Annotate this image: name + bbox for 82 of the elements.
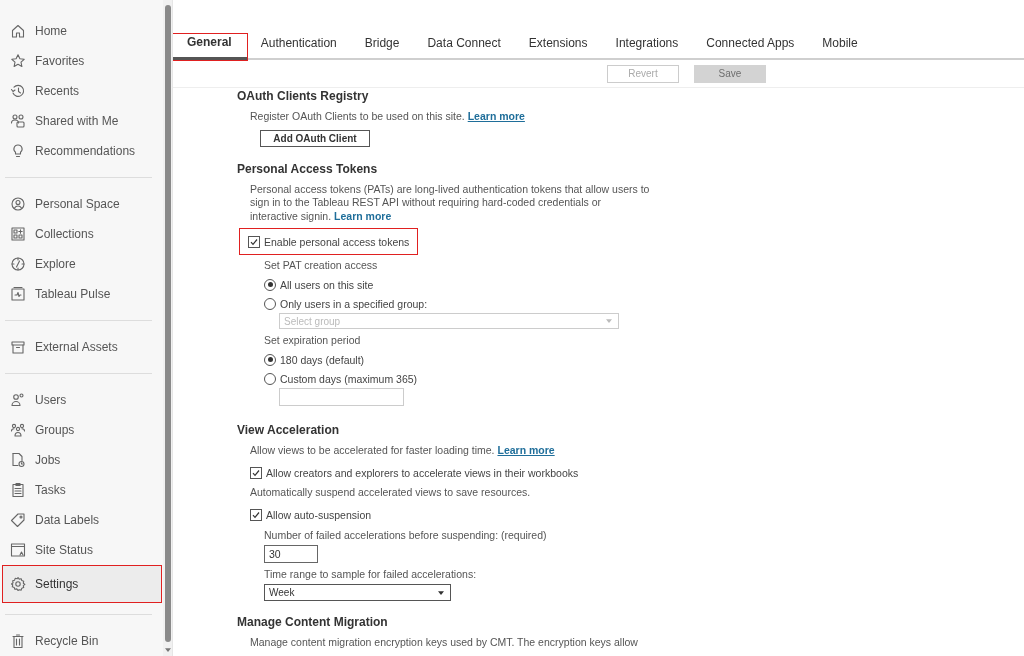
radio-button[interactable] — [264, 353, 276, 366]
trash-icon — [10, 633, 26, 649]
sidebar-item[interactable]: Personal Space — [2, 189, 162, 219]
checkbox-label: Allow creators and explorers to accelerate views in their workbooks — [266, 467, 579, 479]
sidebar-item[interactable]: Recommendations — [2, 136, 162, 166]
tab[interactable]: Bridge — [350, 34, 414, 60]
learn-more-link[interactable]: Learn more — [334, 209, 392, 222]
field-label: Time range to sample for failed accelerations: — [264, 567, 478, 582]
monitor-icon — [10, 286, 26, 302]
sidebar-item[interactable]: Jobs — [2, 445, 162, 475]
sidebar-item[interactable]: Data Labels — [2, 505, 162, 535]
sidebar-item[interactable]: Settings — [2, 565, 162, 603]
sidebar-item[interactable]: Tableau Pulse — [2, 279, 162, 309]
radio-label: Only users in a specified group: — [280, 297, 428, 310]
group-icon — [10, 422, 26, 438]
clock-icon — [10, 83, 26, 99]
tab[interactable]: General — [173, 34, 247, 60]
sidebar-item[interactable]: Groups — [2, 415, 162, 445]
tag-icon — [10, 512, 26, 528]
field-label: Number of failed accelerations before suspending: (required) — [264, 528, 548, 543]
sidebar-item[interactable]: Favorites — [2, 46, 162, 76]
sidebar-item[interactable]: Tasks — [2, 475, 162, 505]
paragraph: Manage content migration encryption keys used by CMT. The encryption keys allow — [250, 636, 639, 650]
sidebar-item[interactable]: Home — [2, 16, 162, 46]
star-icon — [10, 53, 26, 69]
field-label: Set PAT creation access — [264, 258, 379, 273]
paragraph: Register OAuth Clients to be used on this site. Learn more — [250, 110, 526, 124]
scrollbar[interactable] — [163, 0, 172, 656]
radio-label: All users on this site — [280, 278, 374, 291]
user-icon — [10, 196, 26, 212]
caret-icon — [438, 590, 444, 595]
tab[interactable]: Data Connect — [413, 34, 515, 60]
tab[interactable]: Authentication — [246, 34, 351, 60]
checkbox[interactable] — [250, 467, 262, 479]
tab[interactable]: Mobile — [808, 34, 872, 60]
sidebar-item[interactable]: Recents — [2, 76, 162, 106]
tab[interactable]: Extensions — [514, 34, 602, 60]
checkbox-label: Allow auto-suspension — [266, 508, 372, 521]
box-icon — [10, 339, 26, 355]
sidebar-item[interactable]: Collections — [2, 219, 162, 249]
paragraph: Allow views to be accelerated for faster loading time. Learn more — [250, 444, 556, 458]
add-client-button[interactable]: Add OAuth Client — [260, 129, 370, 147]
grid-icon — [10, 226, 26, 242]
sidebar-item[interactable]: Recycle Bin — [2, 626, 162, 656]
document-icon — [10, 452, 26, 468]
radio-button[interactable] — [264, 372, 276, 385]
users-icon — [10, 392, 26, 408]
input-field[interactable]: 30 — [264, 545, 318, 563]
caret-icon — [606, 319, 612, 323]
sidebar-item[interactable]: Site Status — [2, 535, 162, 565]
radio-button[interactable] — [264, 297, 276, 310]
section-title: OAuth Clients Registry — [237, 88, 370, 105]
radio-label: 180 days (default) — [280, 353, 365, 366]
clipboard-icon — [10, 482, 26, 498]
settings-icon — [10, 576, 26, 592]
caret-icon[interactable] — [164, 648, 171, 652]
section-title: Personal Access Tokens — [237, 160, 379, 178]
sidebar-item[interactable]: Explore — [2, 249, 162, 279]
paragraph: Automatically suspend accelerated views to save resources. — [250, 485, 532, 499]
learn-more-link[interactable]: Learn more — [497, 444, 555, 456]
tab[interactable]: Connected Apps — [692, 34, 809, 60]
home-icon — [10, 23, 26, 39]
section-title: View Acceleration — [237, 422, 341, 439]
paragraph: Personal access tokens (PATs) are long-lived authentication tokens that allow users to sign in to the Tableau REST API without requiring hard-coded credentials or interactive signin. Learn more — [250, 182, 650, 223]
section-title: Manage Content Migration — [237, 614, 389, 631]
checkbox[interactable] — [250, 508, 262, 521]
radio-button[interactable] — [264, 278, 276, 291]
tab[interactable]: Integrations — [601, 34, 693, 60]
window-icon — [10, 542, 26, 558]
input-field[interactable] — [279, 388, 404, 406]
sidebar-item[interactable]: Shared with Me — [2, 106, 162, 136]
dropdown[interactable]: Week — [264, 584, 451, 601]
sidebar-item[interactable]: External Assets — [2, 332, 162, 362]
sidebar-item[interactable]: Users — [2, 385, 162, 415]
lightbulb-icon — [10, 143, 26, 159]
field-label: Set expiration period — [264, 333, 362, 348]
radio-label: Custom days (maximum 365) — [280, 372, 418, 385]
people-icon — [10, 113, 26, 129]
compass-icon — [10, 256, 26, 272]
learn-more-link[interactable]: Learn more — [467, 110, 525, 122]
checkbox-label: Enable personal access tokens — [264, 235, 410, 248]
checkbox[interactable] — [248, 235, 260, 248]
